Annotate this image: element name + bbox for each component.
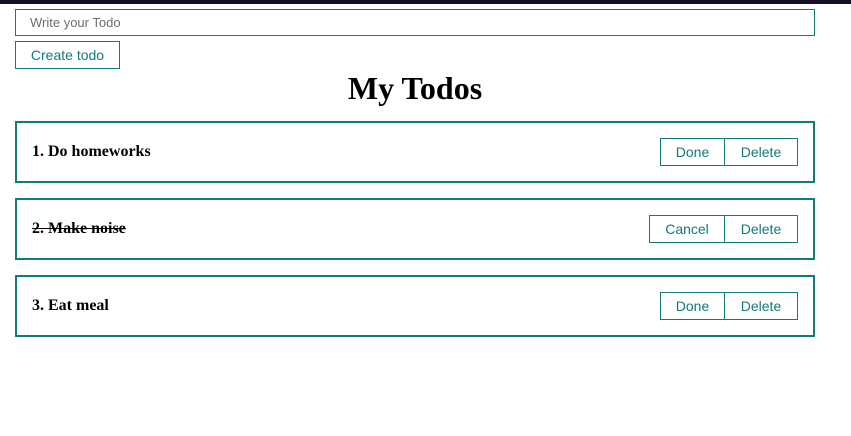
page-title: My Todos (347, 70, 483, 106)
todo-item: 2. Make noise Cancel Delete (15, 198, 815, 260)
delete-button[interactable]: Delete (725, 138, 798, 166)
todo-actions: Cancel Delete (649, 215, 798, 243)
done-button[interactable]: Done (660, 138, 725, 166)
window-top-bar (0, 0, 851, 4)
todo-item: 1. Do homeworks Done Delete (15, 121, 815, 183)
done-button[interactable]: Done (660, 292, 725, 320)
todo-text: 2. Make noise (32, 220, 126, 237)
todo-actions: Done Delete (660, 292, 798, 320)
delete-button[interactable]: Delete (725, 215, 798, 243)
todo-actions: Done Delete (660, 138, 798, 166)
todo-text: 1. Do homeworks (32, 143, 151, 160)
todo-item: 3. Eat meal Done Delete (15, 275, 815, 337)
create-todo-button[interactable]: Create todo (15, 41, 120, 69)
todo-text: 3. Eat meal (32, 297, 109, 314)
cancel-button[interactable]: Cancel (649, 215, 725, 243)
todo-list: 1. Do homeworks Done Delete 2. Make nois… (15, 121, 815, 352)
todo-input[interactable] (15, 9, 815, 36)
delete-button[interactable]: Delete (725, 292, 798, 320)
